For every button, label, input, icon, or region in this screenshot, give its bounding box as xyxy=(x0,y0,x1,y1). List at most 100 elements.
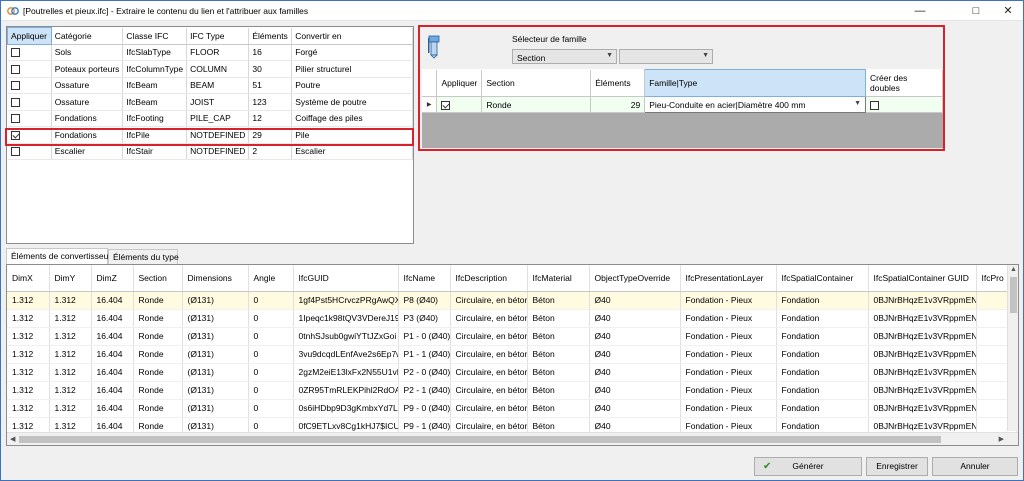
horizontal-scroll-thumb[interactable] xyxy=(19,436,941,443)
category-row[interactable]: Poteaux porteurs IfcColumnType COLUMN 30 Pil… xyxy=(7,60,413,78)
grid-col-header[interactable]: DimX xyxy=(7,265,50,292)
table-row[interactable]: 1.312 1.312 16.404 Ronde (Ø131) 0 1Ipeqc1k98tQ… xyxy=(7,309,1017,328)
fam-col-section[interactable]: Section xyxy=(481,69,592,97)
grid-col-header[interactable]: IfcSpatialContainer xyxy=(776,265,869,292)
apply-checkbox[interactable] xyxy=(10,64,20,74)
table-cell: P2 - 0 (Ø40) xyxy=(398,363,451,382)
table-row[interactable]: 1.312 1.312 16.404 Ronde (Ø131) 0 0tnhSJsub0gw… xyxy=(7,327,1017,346)
table-cell: Fondation - Pieux xyxy=(680,363,777,382)
fam-col-creer-doubles[interactable]: Créer des doubles xyxy=(865,69,943,97)
grid-col-header[interactable]: IfcPresentationLayer xyxy=(680,265,777,292)
table-row[interactable]: 1.312 1.312 16.404 Ronde (Ø131) 0 0ZR95TmRLEKP… xyxy=(7,381,1017,400)
generate-button[interactable]: ✔ Générer xyxy=(754,457,862,476)
grid-col-header[interactable]: IfcName xyxy=(398,265,451,292)
apply-checkbox-cell[interactable] xyxy=(7,93,52,111)
vertical-scrollbar[interactable]: ▲ xyxy=(1007,265,1018,431)
grid-col-header[interactable]: Dimensions xyxy=(182,265,249,292)
grid-col-header[interactable]: IfcDescription xyxy=(450,265,528,292)
grid-col-header[interactable]: DimY xyxy=(49,265,92,292)
category-row[interactable]: Fondations IfcFooting PILE_CAP 12 Coiffage d… xyxy=(7,110,413,127)
category-row[interactable]: Sols IfcSlabType FLOOR 16 Forgé xyxy=(7,44,413,61)
ifc-class-cell: IfcColumnType xyxy=(122,60,188,78)
category-row[interactable]: Ossature IfcBeam BEAM 51 Poutre xyxy=(7,77,413,94)
family-grid[interactable]: Appliquer Section Éléments Famille|Type … xyxy=(422,69,943,148)
table-row[interactable]: 1.312 1.312 16.404 Ronde (Ø131) 0 3vu9dcqdLEnf… xyxy=(7,345,1017,364)
create-doubles-checkbox[interactable] xyxy=(870,100,880,110)
title-bar[interactable]: [Poutrelles et pieux.ifc] - Extraire le … xyxy=(1,1,1023,21)
fam-col-appliquer[interactable]: Appliquer xyxy=(436,69,483,97)
apply-checkbox-cell[interactable] xyxy=(7,143,52,160)
convert-to-cell: Forgé xyxy=(291,44,413,61)
apply-checkbox-cell[interactable] xyxy=(7,126,52,144)
apply-checkbox[interactable] xyxy=(10,48,20,58)
col-header-categorie[interactable]: Catégorie xyxy=(51,27,124,45)
table-row[interactable]: 1.312 1.312 16.404 Ronde (Ø131) 0 1gf4Pst5HCrv… xyxy=(7,291,1017,310)
table-cell: 1Ipeqc1k98tQV3VDereJ19 xyxy=(293,309,399,328)
grid-col-header[interactable]: IfcMaterial xyxy=(527,265,590,292)
scroll-right-icon[interactable]: ▶ xyxy=(999,435,1004,443)
apply-checkbox-cell[interactable] xyxy=(7,44,52,61)
table-cell: Ø40 xyxy=(589,327,681,346)
tab-type-elements[interactable]: Éléments du type xyxy=(108,249,179,264)
cancel-button[interactable]: Annuler xyxy=(932,457,1018,476)
count-cell: 16 xyxy=(248,44,293,61)
apply-checkbox[interactable] xyxy=(10,114,20,124)
apply-checkbox[interactable] xyxy=(10,130,20,140)
horizontal-scrollbar[interactable]: ◀ ▶ xyxy=(7,432,1018,445)
apply-checkbox[interactable] xyxy=(10,97,20,107)
section-dropdown[interactable]: Section ▼ xyxy=(512,49,617,64)
family-type-combo[interactable]: Pieu-Conduite en acier|Diamètre 400 mm ▼ xyxy=(644,96,867,113)
apply-checkbox-cell[interactable] xyxy=(7,110,52,127)
fam-doubles-checkbox-cell[interactable] xyxy=(865,96,943,113)
table-cell: Circulaire, en béton xyxy=(450,363,528,382)
col-header-classe-ifc[interactable]: Classe IFC xyxy=(122,27,188,45)
table-row[interactable]: 1.312 1.312 16.404 Ronde (Ø131) 0 2gzM2eiE13lx… xyxy=(7,363,1017,382)
grid-col-header[interactable]: IfcGUID xyxy=(293,265,399,292)
table-cell: Ø40 xyxy=(589,309,681,328)
table-cell: 0 xyxy=(248,399,294,418)
apply-checkbox[interactable] xyxy=(10,147,20,157)
window-title: [Poutrelles et pieux.ifc] - Extraire le … xyxy=(23,6,309,16)
grid-col-header[interactable]: Angle xyxy=(248,265,294,292)
category-cell: Ossature xyxy=(51,93,124,111)
category-row[interactable]: Escalier IfcStair NOTDEFINED 2 Escalier xyxy=(7,143,413,160)
family-row[interactable]: ▶ Ronde 29 Pieu-Conduite en acier|Diamèt… xyxy=(422,96,943,113)
apply-checkbox-cell[interactable] xyxy=(7,60,52,78)
grid-col-header[interactable]: ObjectTypeOverride xyxy=(589,265,681,292)
fam-col-elements[interactable]: Éléments xyxy=(590,69,646,97)
apply-checkbox[interactable] xyxy=(10,81,20,91)
col-header-appliquer[interactable]: Appliquer xyxy=(7,27,52,45)
minimize-icon[interactable]: — xyxy=(905,1,935,21)
secondary-dropdown[interactable]: ▼ xyxy=(619,49,713,64)
fam-apply-checkbox-cell[interactable] xyxy=(436,96,483,113)
vertical-scroll-thumb[interactable] xyxy=(1010,277,1017,313)
grid-col-header[interactable]: Section xyxy=(133,265,183,292)
table-row[interactable]: 1.312 1.312 16.404 Ronde (Ø131) 0 0s6iHDbp9D3g… xyxy=(7,399,1017,418)
table-cell: Ronde xyxy=(133,309,183,328)
close-icon[interactable]: ✕ xyxy=(993,1,1023,21)
grid-col-header[interactable]: IfcSpatialContainer GUID xyxy=(868,265,977,292)
scroll-left-icon[interactable]: ◀ xyxy=(10,435,15,443)
count-cell: 2 xyxy=(248,143,293,160)
fam-col-famille-type[interactable]: Famille|Type xyxy=(644,69,867,97)
table-cell: Fondation - Pieux xyxy=(680,291,777,310)
table-cell: 0BJNrBHqzE1v3VRppmENMe xyxy=(868,309,977,328)
category-row[interactable]: Fondations IfcPile NOTDEFINED 29 Pile xyxy=(7,126,413,144)
category-grid[interactable]: Appliquer Catégorie Classe IFC IFC Type … xyxy=(6,26,414,244)
apply-checkbox-cell[interactable] xyxy=(7,77,52,94)
maximize-icon[interactable]: □ xyxy=(961,1,991,21)
col-header-elements[interactable]: Éléments xyxy=(248,27,293,45)
fam-apply-checkbox[interactable] xyxy=(441,100,451,110)
table-cell: 0 xyxy=(248,345,294,364)
category-row[interactable]: Ossature IfcBeam JOIST 123 Système de poutre xyxy=(7,93,413,111)
tab-converter-elements[interactable]: Éléments de convertisseur xyxy=(6,248,111,264)
col-header-convertir-en[interactable]: Convertir en xyxy=(291,27,413,45)
col-header-ifc-type[interactable]: IFC Type xyxy=(186,27,250,45)
table-cell: Béton xyxy=(527,363,590,382)
elements-grid[interactable]: DimX DimY DimZ Section Dimensions Angle IfcGUI… xyxy=(6,264,1019,446)
table-cell: P2 - 1 (Ø40) xyxy=(398,381,451,400)
save-button[interactable]: Enregistrer xyxy=(866,457,928,476)
table-cell: Béton xyxy=(527,399,590,418)
grid-col-header[interactable]: DimZ xyxy=(91,265,134,292)
scroll-up-icon[interactable]: ▲ xyxy=(1010,266,1017,273)
